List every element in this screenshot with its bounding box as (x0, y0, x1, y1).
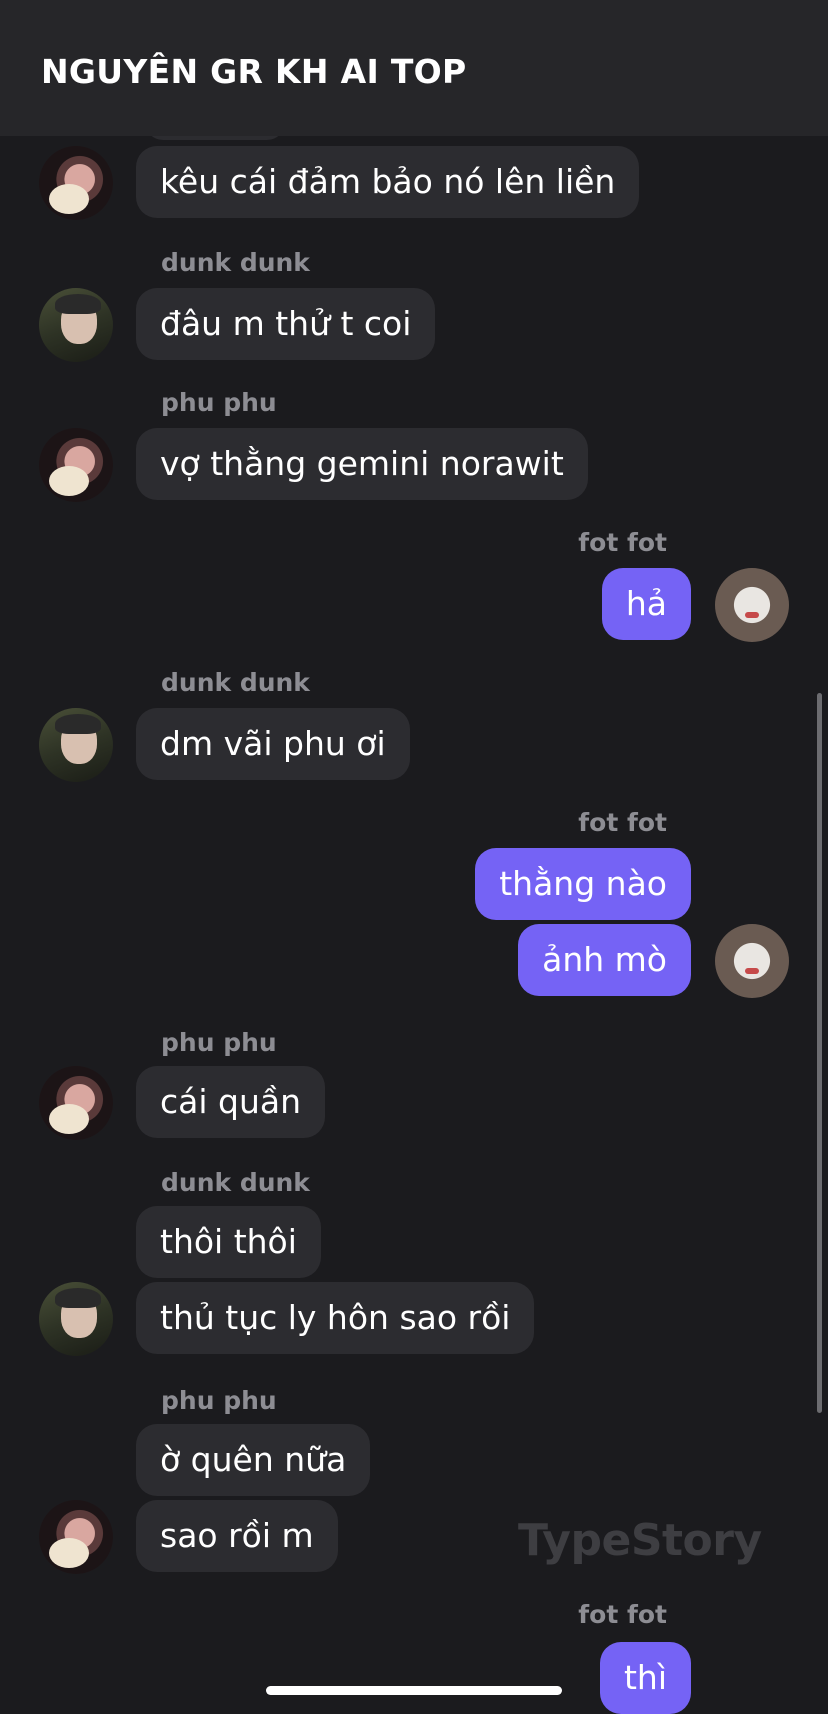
sender-name: phu phu (161, 1386, 277, 1415)
chat-header: NGUYÊN GR KH AI TOP (0, 0, 828, 136)
avatar-dunk[interactable] (39, 708, 113, 782)
sender-name: dunk dunk (161, 668, 310, 697)
sender-name: phu phu (161, 388, 277, 417)
chat-title: NGUYÊN GR KH AI TOP (41, 52, 467, 91)
avatar-phu[interactable] (39, 146, 113, 220)
message-bubble[interactable]: vợ thằng gemini norawit (136, 428, 588, 500)
message-bubble[interactable]: dm vãi phu ơi (136, 708, 410, 780)
message-bubble-outgoing[interactable]: hả (601, 568, 691, 640)
sender-name: fot fot (578, 808, 667, 837)
avatar-phu[interactable] (39, 1066, 113, 1140)
message-bubble-outgoing[interactable]: thì (599, 1642, 691, 1714)
chat-thread[interactable]: kêu cái đảm bảo nó lên liền dunk dunk đâ… (0, 0, 828, 1714)
home-indicator[interactable] (266, 1686, 562, 1695)
message-bubble[interactable]: cái quần (136, 1066, 326, 1138)
avatar-fot[interactable] (715, 924, 789, 998)
scrollbar[interactable] (817, 693, 822, 1413)
sender-name: fot fot (578, 528, 667, 557)
avatar-fot[interactable] (715, 568, 789, 642)
avatar-dunk[interactable] (39, 288, 113, 362)
message-bubble[interactable]: ờ quên nữa (136, 1424, 371, 1496)
sender-name: fot fot (578, 1600, 667, 1629)
message-bubble[interactable]: kêu cái đảm bảo nó lên liền (136, 146, 640, 218)
message-bubble[interactable]: sao rồi m (136, 1500, 338, 1572)
avatar-dunk[interactable] (39, 1282, 113, 1356)
avatar-phu[interactable] (39, 428, 113, 502)
message-bubble[interactable]: thôi thôi (136, 1206, 321, 1278)
avatar-phu[interactable] (39, 1500, 113, 1574)
sender-name: dunk dunk (161, 248, 310, 277)
watermark: TypeStory (518, 1515, 762, 1566)
message-bubble[interactable]: đâu m thử t coi (136, 288, 436, 360)
message-bubble[interactable]: thủ tục ly hôn sao rồi (136, 1282, 535, 1354)
sender-name: phu phu (161, 1028, 277, 1057)
sender-name: dunk dunk (161, 1168, 310, 1197)
message-bubble-outgoing[interactable]: thằng nào (475, 848, 691, 920)
message-bubble-outgoing[interactable]: ảnh mò (518, 924, 691, 996)
